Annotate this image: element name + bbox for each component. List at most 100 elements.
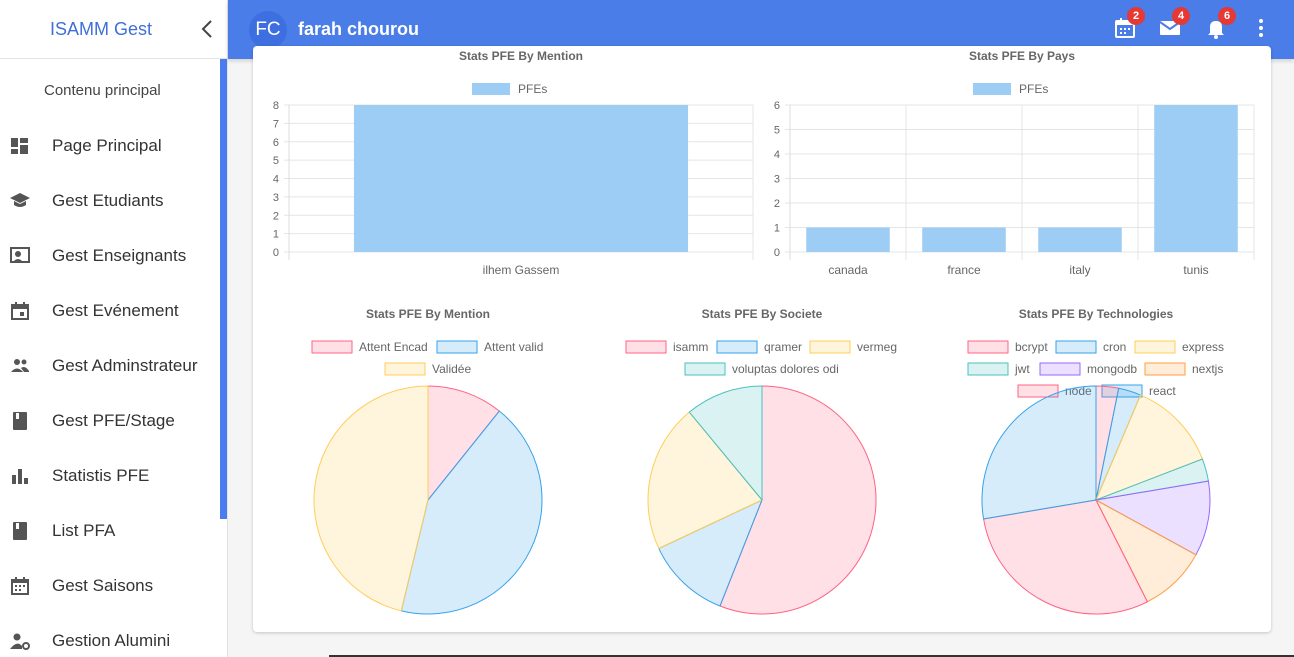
notifications-button[interactable]: 6 <box>1204 7 1236 40</box>
bar <box>1038 227 1122 252</box>
chart-title: Stats PFE By Mention <box>459 49 583 63</box>
book-icon <box>13 522 27 540</box>
legend-swatch <box>472 83 510 95</box>
legend-swatch <box>967 362 1009 376</box>
y-tick-label: 6 <box>774 100 780 112</box>
chart-title: Stats PFE By Technologies <box>1019 307 1174 321</box>
y-tick-label: 5 <box>273 155 279 167</box>
school-icon <box>10 193 30 207</box>
legend-label: Attent Encad <box>359 340 428 354</box>
legend-label: isamm <box>673 340 708 354</box>
x-tick-label: ilhem Gassem <box>483 263 560 277</box>
legend-label: voluptas dolores odi <box>732 362 839 376</box>
y-tick-label: 0 <box>774 247 780 259</box>
mail-badge: 4 <box>1172 7 1190 25</box>
y-tick-label: 2 <box>273 210 279 222</box>
legend-label: jwt <box>1014 362 1030 376</box>
legend-label: mongodb <box>1087 362 1137 376</box>
legend-label: nextjs <box>1192 362 1223 376</box>
sidebar-item-gest-pfe-stage[interactable]: Gest PFE/Stage <box>0 401 220 441</box>
sidebar-item-gest-evenement[interactable]: Gest Evénement <box>0 291 220 331</box>
bar-chart-icon <box>12 469 28 484</box>
book-icon <box>13 412 27 430</box>
legend-swatch <box>1144 362 1186 376</box>
mail-button[interactable]: 4 <box>1158 7 1190 40</box>
sidebar-item-label: Gestion Alumini <box>52 631 171 650</box>
y-tick-label: 2 <box>774 198 780 210</box>
y-tick-label: 7 <box>273 118 279 130</box>
calendar-button[interactable]: 2 <box>1113 7 1145 40</box>
legend-swatch <box>311 340 353 354</box>
sidebar-item-gestion-alumini[interactable]: Gestion Alumini <box>0 621 220 657</box>
sidebar-item-label: Gest Etudiants <box>52 191 164 210</box>
legend-label: qramer <box>764 340 802 354</box>
sidebar-item-list-pfa[interactable]: List PFA <box>0 511 220 551</box>
sidebar-item-label: Gest Evénement <box>52 301 179 320</box>
chart-title: Stats PFE By Pays <box>969 49 1075 63</box>
y-tick-label: 3 <box>774 174 780 186</box>
more-options-button[interactable] <box>1249 16 1273 40</box>
legend-swatch <box>625 340 667 354</box>
sidebar-item-page-principal[interactable]: Page Principal <box>0 126 220 166</box>
person-gear-icon <box>10 633 30 650</box>
sidebar: ISAMM Gest Contenu principal Page Princi… <box>0 0 228 657</box>
sidebar-item-label: Gest Adminstrateur <box>52 356 198 375</box>
y-tick-label: 3 <box>273 192 279 204</box>
username: farah chourou <box>298 19 420 39</box>
sidebar-item-label: Page Principal <box>52 136 162 155</box>
sidebar-section-title: Contenu principal <box>44 82 161 99</box>
sidebar-item-label: Gest Saisons <box>52 576 154 595</box>
legend-swatch <box>684 362 726 376</box>
legend-swatch <box>1039 362 1081 376</box>
stats-card: Stats PFE By Mention PFEs 0 1 2 3 4 5 6 7 8 ilhem G… <box>253 46 1271 632</box>
chevron-left-icon[interactable] <box>198 18 218 40</box>
calendar-badge: 2 <box>1127 7 1145 25</box>
y-tick-label: 4 <box>273 174 279 186</box>
y-tick-label: 8 <box>273 100 279 112</box>
legend-label: cron <box>1103 340 1126 354</box>
legend-label: express <box>1182 340 1224 354</box>
bar <box>353 105 689 252</box>
x-tick-label: tunis <box>1183 263 1208 277</box>
brand-title[interactable]: ISAMM Gest <box>50 19 152 40</box>
legend-label: Validée <box>432 362 471 376</box>
legend-label: PFEs <box>1019 82 1048 96</box>
sidebar-item-gest-etudiants[interactable]: Gest Etudiants <box>0 181 220 221</box>
sidebar-item-label: Statistis PFE <box>52 466 150 485</box>
legend-swatch <box>716 340 758 354</box>
legend-swatch <box>436 340 478 354</box>
sidebar-item-label: Gest PFE/Stage <box>52 411 175 430</box>
stats-charts: Stats PFE By Mention PFEs 0 1 2 3 4 5 6 7 8 ilhem G… <box>273 49 1255 615</box>
y-tick-label: 6 <box>273 137 279 149</box>
legend-swatch <box>384 362 426 376</box>
y-tick-label: 1 <box>774 223 780 235</box>
bar <box>1154 105 1238 252</box>
teacher-icon <box>10 247 30 263</box>
sidebar-item-gest-saisons[interactable]: Gest Saisons <box>0 566 220 606</box>
sidebar-item-label: Gest Enseignants <box>52 246 187 265</box>
y-tick-label: 5 <box>774 125 780 137</box>
sidebar-item-statistis-pfe[interactable]: Statistis PFE <box>0 456 220 496</box>
x-tick-label: canada <box>828 263 868 277</box>
sidebar-item-gest-adminstrateur[interactable]: Gest Adminstrateur <box>0 346 220 386</box>
people-icon <box>11 359 29 372</box>
y-tick-label: 0 <box>273 247 279 259</box>
sidebar-item-label: List PFA <box>52 521 116 540</box>
legend-label: react <box>1149 384 1176 398</box>
legend-swatch <box>967 340 1009 354</box>
more-vert-icon <box>1259 19 1263 37</box>
legend-swatch <box>1134 340 1176 354</box>
sidebar-header: ISAMM Gest <box>0 0 227 59</box>
chart-title: Stats PFE By Societe <box>702 307 823 321</box>
notifications-badge: 6 <box>1218 7 1236 25</box>
legend-label: vermeg <box>857 340 897 354</box>
avatar[interactable]: FC <box>249 11 287 49</box>
sidebar-item-gest-enseignants[interactable]: Gest Enseignants <box>0 236 220 276</box>
legend-swatch <box>973 83 1011 95</box>
legend-swatch <box>809 340 851 354</box>
sidebar-scrollbar[interactable] <box>220 59 227 519</box>
chart-title: Stats PFE By Mention <box>366 307 490 321</box>
legend-label: Attent valid <box>484 340 543 354</box>
bar <box>922 227 1006 252</box>
y-tick-label: 4 <box>774 149 780 161</box>
